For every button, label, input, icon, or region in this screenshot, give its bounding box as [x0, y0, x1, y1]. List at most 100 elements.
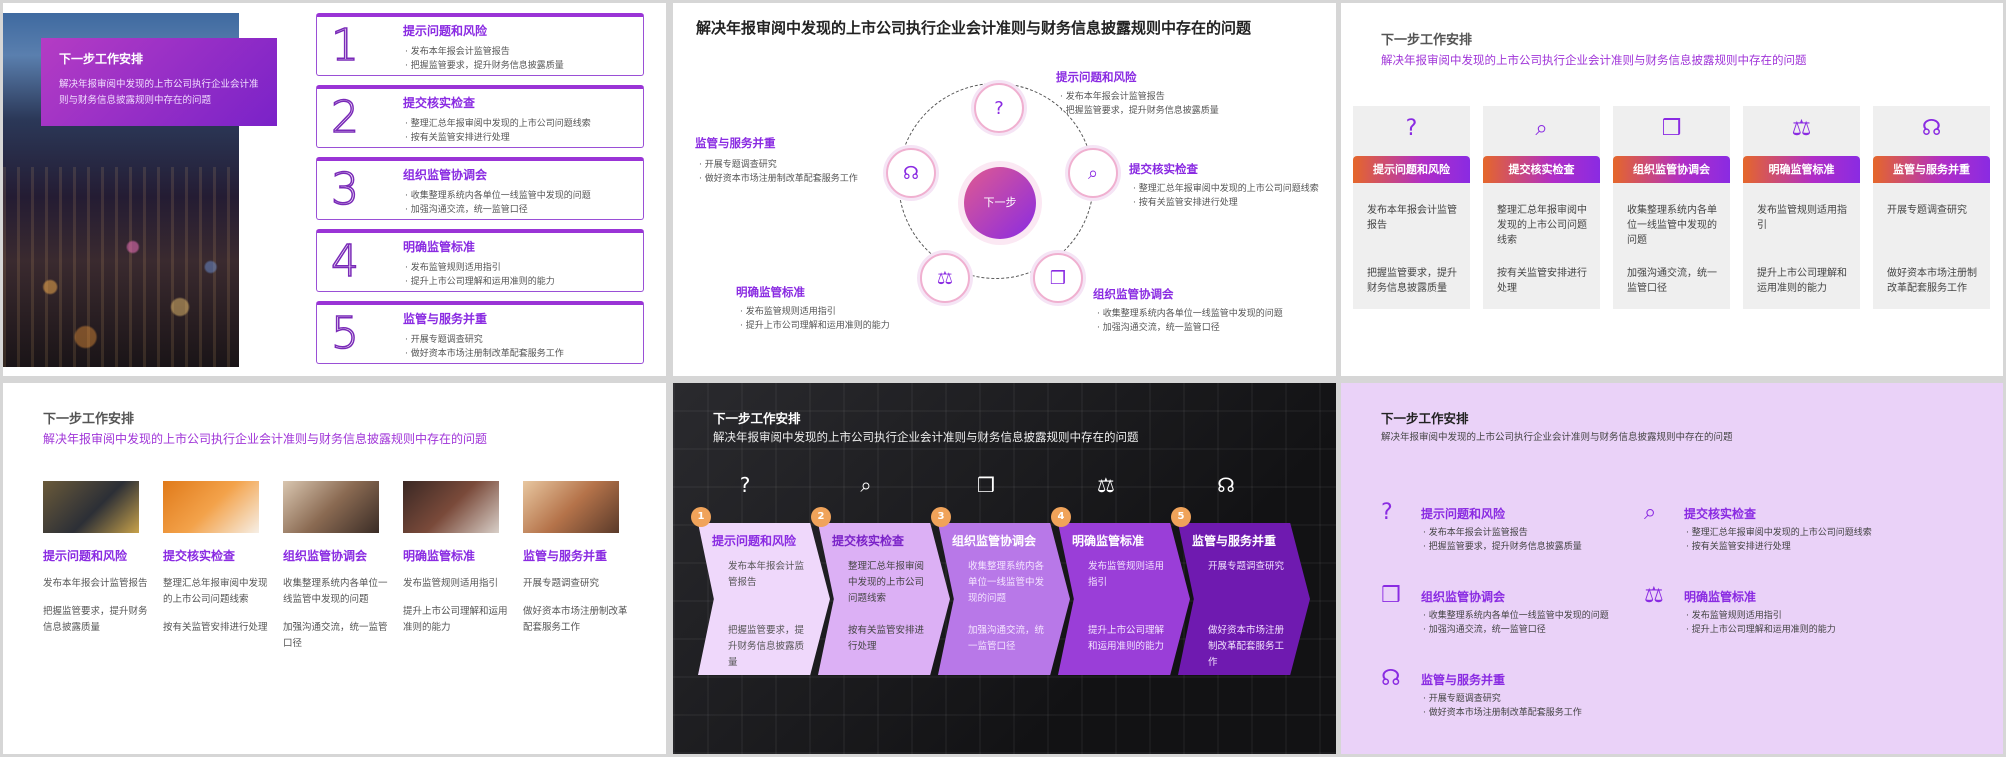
scale-document-icon: ⚖ — [1644, 583, 1664, 608]
slide-2[interactable]: 解决年报审阅中发现的上市公司执行企业会计准则与财务信息披露规则中存在的问题 下一… — [673, 3, 1336, 376]
slide-title: 下一步工作安排 — [713, 411, 801, 426]
item-number: 3 — [330, 164, 360, 216]
item-column-2: 提交核实检查 整理汇总年报审阅中发现的上市公司问题线索 按有关监管安排进行处理 — [163, 481, 268, 636]
item-column-5: ☊ 监管与服务并重 开展专题调查研究 做好资本市场注册制改革配套服务工作 — [1873, 106, 1990, 309]
item-title: 提示问题和风险 — [403, 24, 488, 38]
item-bullet: · 整理汇总年报审阅中发现的上市公司问题线索 — [1133, 184, 1319, 194]
item-bullet: · 收集整理系统内各单位一线监管中发现的问题 — [1423, 611, 1609, 621]
item-title: 明确监管标准 — [1743, 156, 1860, 183]
item-bullet: 开展专题调查研究 — [410, 335, 483, 345]
scale-document-icon: ⚖ — [1097, 473, 1115, 497]
item-bullet: · 按有关监管安排进行处理 — [1133, 198, 1238, 208]
chevron-step-1: 提示问题和风险 发布本年报会计监管报告 把握监管要求，提升财务信息披露质量 — [698, 523, 830, 675]
title-box: 下一步工作安排 解决年报审阅中发现的上市公司执行企业会计准则与财务信息披露规则中… — [41, 38, 277, 126]
item-text: 发布本年报会计监管报告 — [728, 561, 805, 588]
item-bullet: 整理汇总年报审阅中发现的上市公司问题线索 — [410, 119, 591, 129]
item-title: 明确监管标准 — [1684, 590, 1757, 604]
item-bullet: · 提升上市公司理解和运用准则的能力 — [740, 321, 890, 331]
item-text: 整理汇总年报审阅中发现的上市公司问题线索 — [163, 578, 268, 605]
item-text: 整理汇总年报审阅中发现的上市公司问题线索 — [848, 561, 925, 604]
item-title: 提交核实检查 — [1684, 507, 1757, 521]
cubes-icon: ❒ — [1661, 116, 1682, 141]
item-title: 监管与服务并重 — [1192, 534, 1277, 548]
slide-1[interactable]: 下一步工作安排 解决年报审阅中发现的上市公司执行企业会计准则与财务信息披露规则中… — [3, 3, 666, 376]
item-column-5: 监管与服务并重 开展专题调查研究 做好资本市场注册制改革配套服务工作 — [523, 481, 628, 636]
question-icon: ? — [1381, 500, 1393, 525]
item-card-1: 1 提示问题和风险 · 发布本年报会计监管报告 · 把握监管要求，提升财务信息披… — [316, 13, 644, 76]
item-title: 提示问题和风险 — [43, 549, 128, 563]
item-bullet: 加强沟通交流，统一监管口径 — [410, 205, 528, 215]
photo-meeting — [283, 481, 379, 533]
item-text: 做好资本市场注册制改革配套服务工作 — [523, 606, 628, 633]
item-title: 监管与服务并重 — [523, 549, 608, 563]
item-title: 组织监管协调会 — [952, 534, 1037, 548]
slide-4[interactable]: 下一步工作安排 解决年报审阅中发现的上市公司执行企业会计准则与财务信息披露规则中… — [3, 383, 666, 754]
item-text: 加强沟通交流，统一监管口径 — [1627, 268, 1717, 294]
photo-laptop — [403, 481, 499, 533]
cubes-icon: ❒ — [1381, 583, 1401, 608]
slide-title: 下一步工作安排 — [43, 412, 135, 427]
item-text: 做好资本市场注册制改革配套服务工作 — [1208, 625, 1285, 668]
step-number-badge: 1 — [691, 507, 711, 527]
item-text: 发布监管规则适用指引 — [1088, 561, 1165, 588]
item-bullet: · 发布监管规则适用指引 — [1686, 611, 1782, 621]
item-title: 组织监管协调会 — [403, 168, 488, 182]
headset-icon: ☊ — [1217, 473, 1235, 497]
question-icon: ? — [739, 473, 751, 497]
item-title: 提交核实检查 — [832, 534, 905, 548]
item-bullet: 提升上市公司理解和运用准则的能力 — [410, 277, 555, 287]
item-text: 把握监管要求，提升财务信息披露质量 — [728, 625, 805, 668]
scale-document-icon: ⚖ — [920, 253, 970, 303]
step-number-badge: 3 — [931, 507, 951, 527]
item-text: 按有关监管安排进行处理 — [848, 625, 925, 652]
item-text: 做好资本市场注册制改革配套服务工作 — [1887, 268, 1977, 294]
search-check-icon: ⌕ — [860, 473, 872, 497]
question-icon: ? — [1405, 116, 1418, 141]
slide-title: 下一步工作安排 — [1381, 33, 1473, 48]
slide-subtitle: 解决年报审阅中发现的上市公司执行企业会计准则与财务信息披露规则中存在的问题 — [1381, 432, 1733, 443]
photo-businessman — [43, 481, 139, 533]
item-bullet: 把握监管要求，提升财务信息披露质量 — [410, 61, 564, 71]
item-text: 收集整理系统内各单位一线监管中发现的问题 — [968, 561, 1045, 604]
list-item-2: ⌕ 提交核实检查 · 整理汇总年报审阅中发现的上市公司问题线索 · 按有关监管安… — [1644, 500, 1904, 554]
item-number: 2 — [330, 92, 360, 144]
item-title: 提示问题和风险 — [1421, 507, 1506, 521]
photo-writing — [163, 481, 259, 533]
item-column-4: ⚖ 明确监管标准 发布监管规则适用指引 提升上市公司理解和运用准则的能力 — [1743, 106, 1860, 309]
list-item-1: ? 提示问题和风险 · 发布本年报会计监管报告 · 把握监管要求，提升财务信息披… — [1381, 500, 1641, 554]
item-text: 发布本年报会计监管报告 — [43, 578, 148, 589]
item-bullet: 收集整理系统内各单位一线监管中发现的问题 — [410, 191, 591, 201]
item-text: 按有关监管安排进行处理 — [1497, 268, 1587, 294]
item-number: 1 — [330, 20, 360, 72]
slide-6[interactable]: 下一步工作安排 解决年报审阅中发现的上市公司执行企业会计准则与财务信息披露规则中… — [1341, 383, 2003, 754]
item-column-3: 组织监管协调会 收集整理系统内各单位一线监管中发现的问题 加强沟通交流，统一监管… — [283, 481, 388, 652]
item-bullet: 发布本年报会计监管报告 — [410, 47, 510, 57]
slide-3[interactable]: 下一步工作安排 解决年报审阅中发现的上市公司执行企业会计准则与财务信息披露规则中… — [1341, 3, 2003, 376]
list-item-3: ❒ 组织监管协调会 · 收集整理系统内各单位一线监管中发现的问题 · 加强沟通交… — [1381, 583, 1641, 637]
search-check-icon: ⌕ — [1644, 500, 1657, 525]
center-circle: 下一步 — [964, 167, 1036, 239]
item-text: 加强沟通交流，统一监管口径 — [968, 625, 1045, 652]
item-text: 把握监管要求，提升财务信息披露质量 — [43, 606, 148, 633]
item-bullet: · 发布本年报会计监管报告 — [1423, 528, 1528, 538]
item-text: 开展专题调查研究 — [1887, 205, 1967, 216]
item-bullet: · 加强沟通交流，统一监管口径 — [1423, 625, 1546, 635]
item-title: 提交核实检查 — [403, 96, 476, 110]
item-bullet: 做好资本市场注册制改革配套服务工作 — [410, 349, 564, 359]
item-number: 5 — [330, 308, 360, 360]
item-bullet: · 做好资本市场注册制改革配套服务工作 — [699, 174, 858, 184]
slide-title: 下一步工作安排 — [59, 52, 144, 66]
item-title: 监管与服务并重 — [403, 312, 488, 326]
list-item-5: ☊ 监管与服务并重 · 开展专题调查研究 · 做好资本市场注册制改革配套服务工作 — [1381, 666, 1641, 720]
item-text: 加强沟通交流，统一监管口径 — [283, 622, 388, 649]
item-text: 提升上市公司理解和运用准则的能力 — [1088, 625, 1165, 652]
slide-title: 下一步工作安排 — [1381, 411, 1469, 426]
item-text: 按有关监管安排进行处理 — [163, 622, 268, 633]
item-bullet: · 提升上市公司理解和运用准则的能力 — [1686, 625, 1836, 635]
slide-5[interactable]: 下一步工作安排 解决年报审阅中发现的上市公司执行企业会计准则与财务信息披露规则中… — [673, 383, 1336, 754]
slide-subtitle: 解决年报审阅中发现的上市公司执行企业会计准则与财务信息披露规则中存在的问题 — [1381, 53, 1807, 67]
item-title: 提示问题和风险 — [1353, 156, 1470, 183]
item-bullet: · 开展专题调查研究 — [699, 160, 777, 170]
item-column-1: 提示问题和风险 发布本年报会计监管报告 把握监管要求，提升财务信息披露质量 — [43, 481, 148, 636]
cubes-icon: ❒ — [1033, 253, 1083, 303]
